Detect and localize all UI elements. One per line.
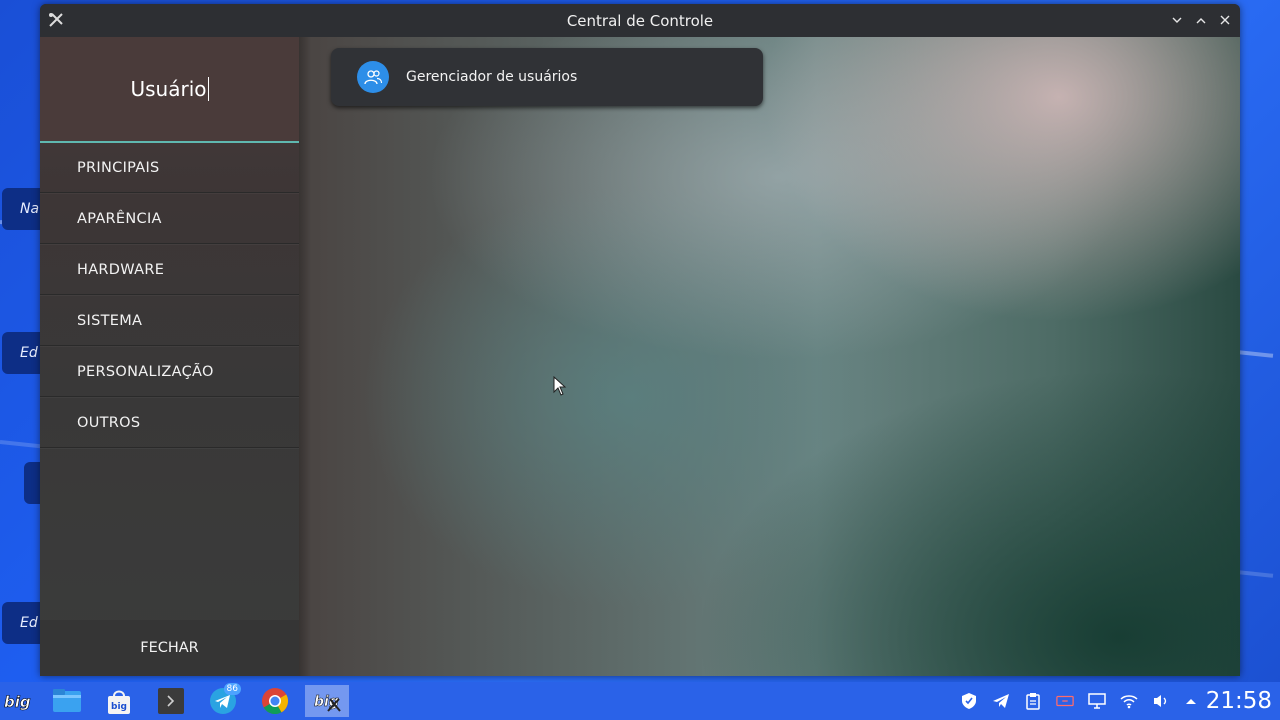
fechar-button[interactable]: FECHAR: [40, 620, 299, 676]
svg-text:big: big: [111, 702, 127, 712]
result-card-user-manager[interactable]: Gerenciador de usuários: [331, 48, 763, 106]
taskbar: big big 86 big 21:58: [0, 682, 1280, 720]
sidebar-item-personalizacao[interactable]: PERSONALIZAÇÃO: [40, 347, 299, 397]
volume-icon[interactable]: [1152, 692, 1170, 710]
window-titlebar[interactable]: Central de Controle: [40, 4, 1240, 37]
sidebar-item-outros[interactable]: OUTROS: [40, 398, 299, 448]
fechar-label: FECHAR: [140, 640, 199, 656]
keyboard-indicator-icon[interactable]: [1056, 692, 1074, 710]
sidebar-item-aparencia[interactable]: APARÊNCIA: [40, 194, 299, 244]
close-window-button[interactable]: [1216, 10, 1234, 30]
minimize-button[interactable]: [1168, 10, 1186, 30]
telegram-icon[interactable]: 86: [207, 683, 241, 717]
telegram-tray-icon[interactable]: [992, 692, 1010, 710]
sidebar-item-sistema[interactable]: SISTEMA: [40, 296, 299, 346]
clipboard-icon[interactable]: [1024, 692, 1042, 710]
main-content: Gerenciador de usuários: [299, 37, 1240, 676]
sidebar-item-label: APARÊNCIA: [77, 210, 162, 227]
users-icon: [357, 61, 389, 93]
terminal-icon[interactable]: [155, 685, 187, 717]
window-title: Central de Controle: [566, 11, 714, 30]
sidebar-item-principais[interactable]: PRINCIPAIS: [40, 143, 299, 193]
display-icon[interactable]: [1088, 692, 1106, 710]
tray-expand-icon[interactable]: [1182, 692, 1200, 710]
result-card-label: Gerenciador de usuários: [406, 69, 578, 85]
sidebar-item-label: HARDWARE: [77, 261, 165, 278]
sidebar-item-label: PERSONALIZAÇÃO: [77, 363, 214, 380]
sidebar-item-hardware[interactable]: HARDWARE: [40, 245, 299, 295]
software-store-icon[interactable]: big: [103, 685, 135, 717]
chrome-icon[interactable]: [259, 685, 291, 717]
telegram-badge: 86: [223, 683, 241, 695]
sidebar: Usuário PRINCIPAIS APARÊNCIA HARDWARE SI…: [40, 37, 299, 676]
start-menu-button[interactable]: big: [2, 685, 34, 717]
sidebar-item-label: SISTEMA: [77, 312, 143, 329]
svg-text:big: big: [4, 693, 31, 711]
sidebar-item-label: PRINCIPAIS: [77, 159, 160, 176]
search-field[interactable]: Usuário: [40, 37, 299, 143]
sidebar-item-label: OUTROS: [77, 414, 141, 431]
wifi-icon[interactable]: [1120, 692, 1138, 710]
maximize-button[interactable]: [1192, 10, 1210, 30]
shield-icon[interactable]: [960, 692, 978, 710]
clock[interactable]: 21:58: [1206, 686, 1272, 716]
search-input[interactable]: Usuário: [130, 77, 209, 101]
mouse-cursor-icon: [553, 375, 567, 400]
control-center-window: Central de Controle Usuário PRINCIPAIS A…: [40, 4, 1240, 676]
app-tools-icon: [47, 11, 65, 29]
file-manager-icon[interactable]: [51, 685, 83, 717]
control-center-task[interactable]: big: [305, 685, 349, 717]
